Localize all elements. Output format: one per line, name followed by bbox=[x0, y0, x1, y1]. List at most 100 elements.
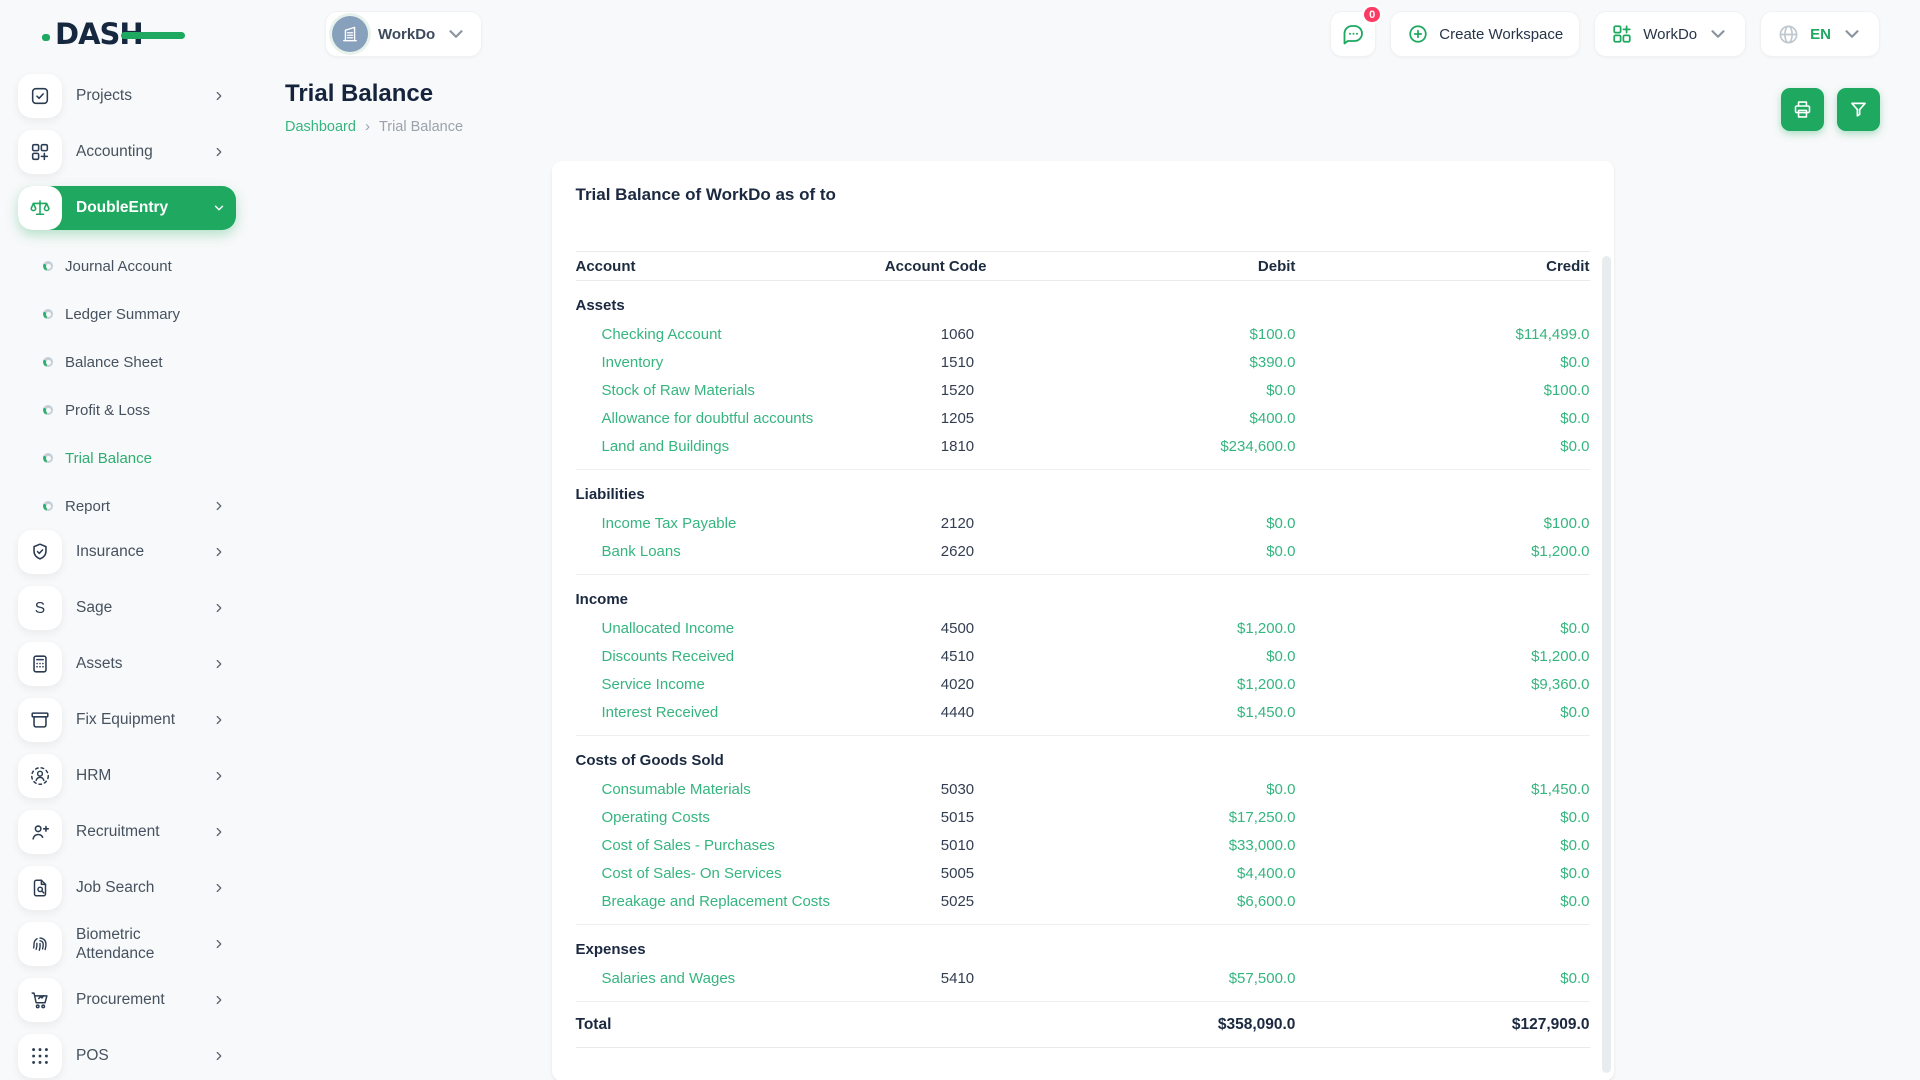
sidebar-subitem-trial-balance[interactable]: Trial Balance bbox=[18, 434, 236, 482]
job-search-icon bbox=[18, 866, 62, 910]
bullet-icon bbox=[43, 261, 53, 271]
account-link[interactable]: Stock of Raw Materials bbox=[576, 382, 885, 399]
sidebar-subitem-report[interactable]: Report bbox=[18, 482, 236, 530]
sidebar-item-accounting[interactable]: Accounting bbox=[18, 130, 236, 174]
fix-equipment-icon bbox=[18, 698, 62, 742]
message-icon bbox=[1341, 22, 1365, 46]
assets-icon bbox=[18, 642, 62, 686]
sidebar-subitem-journal-account[interactable]: Journal Account bbox=[18, 242, 236, 290]
account-link[interactable]: Allowance for doubtful accounts bbox=[576, 410, 885, 427]
debit-value: $1,200.0 bbox=[1237, 675, 1296, 693]
chevron-right-icon bbox=[212, 881, 236, 895]
sidebar-item-biometric-attendance[interactable]: Biometric Attendance bbox=[18, 922, 236, 966]
sidebar-item-insurance[interactable]: Insurance bbox=[18, 530, 236, 574]
chevron-right-icon bbox=[212, 601, 236, 615]
account-link[interactable]: Income Tax Payable bbox=[576, 515, 885, 532]
insurance-icon bbox=[18, 530, 62, 574]
sidebar-item-fix-equipment[interactable]: Fix Equipment bbox=[18, 698, 236, 742]
sidebar-subitem-label: Journal Account bbox=[65, 257, 172, 275]
chevron-down-icon bbox=[1707, 23, 1729, 45]
debit-value: $57,500.0 bbox=[1228, 969, 1296, 987]
credit-value: $0.0 bbox=[1560, 703, 1590, 721]
credit-value: $1,200.0 bbox=[1531, 542, 1590, 560]
table-row: Unallocated Income 4500 $1,200.0 $0.0 bbox=[576, 614, 1590, 642]
building-icon bbox=[332, 16, 368, 52]
breadcrumb-dashboard-link[interactable]: Dashboard bbox=[285, 119, 356, 135]
account-link[interactable]: Discounts Received bbox=[576, 648, 885, 665]
sidebar-item-doubleentry[interactable]: DoubleEntry bbox=[18, 186, 236, 230]
account-link[interactable]: Cost of Sales - Purchases bbox=[576, 837, 885, 854]
table-section-liabilities: Liabilities Income Tax Payable 2120 $0.0 $10… bbox=[575, 470, 1590, 575]
filter-button[interactable] bbox=[1837, 88, 1880, 131]
account-link[interactable]: Breakage and Replacement Costs bbox=[576, 893, 885, 910]
sidebar-item-recruitment[interactable]: Recruitment bbox=[18, 810, 236, 854]
procurement-icon bbox=[18, 978, 62, 1022]
breadcrumb-current: Trial Balance bbox=[378, 118, 464, 135]
sidebar-subitem-label: Balance Sheet bbox=[65, 353, 163, 371]
table-row: Bank Loans 2620 $0.0 $1,200.0 bbox=[576, 537, 1590, 565]
sidebar-subitem-balance-sheet[interactable]: Balance Sheet bbox=[18, 338, 236, 386]
credit-value: $0.0 bbox=[1560, 619, 1590, 637]
create-workspace-button[interactable]: Create Workspace bbox=[1390, 11, 1581, 57]
sidebar-item-hrm[interactable]: HRM bbox=[18, 754, 236, 798]
print-button[interactable] bbox=[1781, 88, 1824, 131]
account-code: 5025 bbox=[940, 892, 975, 910]
section-name: Assets bbox=[575, 296, 625, 314]
sidebar-subitem-label: Profit & Loss bbox=[65, 401, 151, 419]
chevron-down-icon bbox=[1841, 23, 1863, 45]
chevron-right-icon bbox=[212, 993, 236, 1007]
sidebar-item-procurement[interactable]: Procurement bbox=[18, 978, 236, 1022]
account-code: 5030 bbox=[940, 780, 975, 798]
workspace-switcher[interactable]: WorkDo bbox=[325, 11, 483, 57]
sidebar-item-assets[interactable]: Assets bbox=[18, 642, 236, 686]
table-row: Cost of Sales- On Services 5005 $4,400.0 $0… bbox=[576, 859, 1590, 887]
bullet-icon bbox=[43, 405, 53, 415]
credit-value: $0.0 bbox=[1560, 437, 1590, 455]
sidebar-item-sage[interactable]: S Sage bbox=[18, 586, 236, 630]
account-link[interactable]: Consumable Materials bbox=[576, 781, 885, 798]
account-link[interactable]: Service Income bbox=[576, 676, 885, 693]
debit-value: $17,250.0 bbox=[1228, 808, 1296, 826]
debit-value: $0.0 bbox=[1266, 381, 1296, 399]
account-link[interactable]: Operating Costs bbox=[576, 809, 885, 826]
account-link[interactable]: Checking Account bbox=[576, 326, 885, 343]
account-link[interactable]: Unallocated Income bbox=[576, 620, 885, 637]
projects-icon bbox=[18, 74, 62, 118]
sidebar-item-projects[interactable]: Projects bbox=[18, 74, 236, 118]
account-link[interactable]: Land and Buildings bbox=[576, 438, 885, 455]
messages-button[interactable]: 0 bbox=[1330, 5, 1383, 57]
account-link[interactable]: Cost of Sales- On Services bbox=[576, 865, 885, 882]
account-link[interactable]: Bank Loans bbox=[576, 543, 885, 560]
account-link[interactable]: Salaries and Wages bbox=[576, 970, 885, 987]
card-scrollbar[interactable] bbox=[1601, 256, 1611, 1073]
accounting-icon bbox=[18, 130, 62, 174]
account-code: 4440 bbox=[940, 703, 975, 721]
plus-circle-icon bbox=[1407, 23, 1429, 45]
filter-icon bbox=[1848, 99, 1869, 120]
bullet-icon bbox=[43, 501, 53, 511]
account-link[interactable]: Interest Received bbox=[576, 704, 885, 721]
workspace-dropdown[interactable]: WorkDo bbox=[1594, 11, 1747, 57]
sidebar-item-pos[interactable]: POS bbox=[18, 1034, 236, 1078]
sidebar-item-label: Procurement bbox=[76, 991, 165, 1009]
sidebar-subitem-ledger-summary[interactable]: Ledger Summary bbox=[18, 290, 236, 338]
language-dropdown[interactable]: EN bbox=[1760, 11, 1880, 57]
credit-value: $0.0 bbox=[1560, 409, 1590, 427]
sidebar-subitem-profit-loss[interactable]: Profit & Loss bbox=[18, 386, 236, 434]
grid-plus-icon bbox=[1611, 23, 1633, 45]
account-code: 5410 bbox=[940, 969, 975, 987]
table-row: Checking Account 1060 $100.0 $114,499.0 bbox=[576, 320, 1590, 348]
sidebar-item-job-search[interactable]: Job Search bbox=[18, 866, 236, 910]
account-link[interactable]: Inventory bbox=[576, 354, 885, 371]
sidebar-subitem-label: Report bbox=[65, 497, 111, 515]
chevron-right-icon bbox=[212, 769, 236, 783]
sidebar-subitem-label: Trial Balance bbox=[65, 449, 152, 467]
table-row: Salaries and Wages 5410 $57,500.0 $0.0 bbox=[576, 964, 1590, 992]
sidebar-item-label: POS bbox=[76, 1047, 109, 1065]
table-row: Interest Received 4440 $1,450.0 $0.0 bbox=[576, 698, 1590, 726]
account-code: 4020 bbox=[940, 675, 975, 693]
account-code: 5010 bbox=[940, 836, 975, 854]
account-code: 1810 bbox=[940, 437, 975, 455]
account-code: 2120 bbox=[940, 514, 975, 532]
workspace-name: WorkDo bbox=[378, 25, 436, 43]
